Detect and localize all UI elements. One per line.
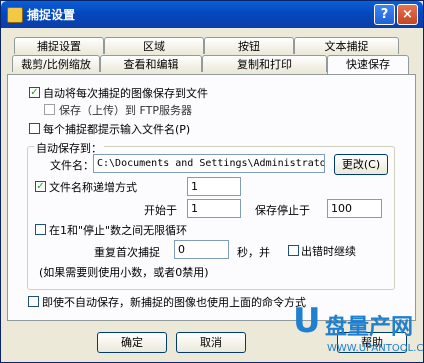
site-watermark: U 盘量产网 WWW.UPANTOOL.COM bbox=[293, 301, 424, 361]
footer-option-label: 即使不自动保存，新捕捉的图像也使用上面的命令方式 bbox=[42, 296, 306, 309]
tab-view-edit[interactable]: 查看和编辑 bbox=[100, 55, 202, 72]
app-icon bbox=[7, 7, 23, 23]
change-button[interactable]: 更改(C) bbox=[334, 154, 388, 175]
filename-label: 文件名： bbox=[50, 159, 94, 172]
watermark-text: 盘量产网 bbox=[325, 315, 414, 340]
tab-quick-save[interactable]: 快速保存 bbox=[327, 55, 409, 74]
watermark-url: WWW.UPANTOOL.COM bbox=[327, 343, 424, 354]
close-button[interactable]: × bbox=[397, 4, 418, 25]
tab-copy-print[interactable]: 复制和打印 bbox=[202, 55, 327, 72]
auto-save-label: 自动将每次捕捉的图像保存到文件 bbox=[43, 87, 208, 100]
stop-field[interactable]: 100 bbox=[327, 199, 382, 218]
stop-label: 保存停止于 bbox=[255, 204, 310, 217]
capture-settings-dialog: 捕捉设置 ? × 捕捉设置 区域 按钮 文本捕捉 裁剪/比例缩放 查看和编辑 复… bbox=[0, 0, 424, 363]
loop-checkbox[interactable] bbox=[35, 224, 46, 235]
tab-buttons[interactable]: 按钮 bbox=[204, 37, 294, 54]
increment-checkbox[interactable]: ✓ bbox=[35, 181, 46, 192]
increment-field[interactable]: 1 bbox=[187, 177, 241, 196]
window-title: 捕捉设置 bbox=[27, 8, 76, 22]
start-label: 开始于 bbox=[144, 204, 177, 217]
title-bar: 捕捉设置 ? × bbox=[1, 1, 423, 28]
prompt-name-checkbox[interactable] bbox=[29, 123, 40, 134]
repeat-field[interactable]: 0 bbox=[174, 240, 229, 259]
ok-button[interactable]: 确定 bbox=[97, 332, 167, 353]
auto-save-checkbox[interactable]: ✓ bbox=[29, 87, 40, 98]
increment-label: 文件名称递增方式 bbox=[49, 181, 137, 194]
tab-capture-settings[interactable]: 捕捉设置 bbox=[14, 37, 104, 54]
repeat-label: 重复首次捕捉 bbox=[94, 246, 160, 259]
loop-label: 在1和"停止"数之间无限循环 bbox=[49, 224, 188, 237]
prompt-name-label: 每个捕捉都提示输入文件名(P) bbox=[43, 123, 191, 136]
ftp-save-checkbox[interactable] bbox=[44, 104, 55, 115]
hint-text: (如果需要则使用小数，或者0禁用) bbox=[39, 266, 209, 279]
start-field[interactable]: 1 bbox=[187, 199, 241, 218]
help-title-button[interactable]: ? bbox=[374, 4, 395, 25]
continue-checkbox[interactable] bbox=[288, 245, 299, 256]
seconds-label: 秒，并 bbox=[237, 246, 270, 259]
tab-text-capture[interactable]: 文本捕捉 bbox=[294, 37, 399, 54]
ftp-save-label: 保存（上传）到 FTP服务器 bbox=[59, 104, 192, 117]
continue-label: 出错时继续 bbox=[301, 245, 356, 258]
tab-region[interactable]: 区域 bbox=[104, 37, 204, 54]
watermark-logo: U bbox=[293, 301, 321, 341]
cancel-button[interactable]: 取消 bbox=[176, 332, 246, 353]
filename-field[interactable]: C:\Documents and Settings\Administrato bbox=[93, 154, 325, 173]
tab-crop-scale[interactable]: 裁剪/比例缩放 bbox=[12, 55, 100, 72]
footer-option-checkbox[interactable] bbox=[28, 296, 39, 307]
